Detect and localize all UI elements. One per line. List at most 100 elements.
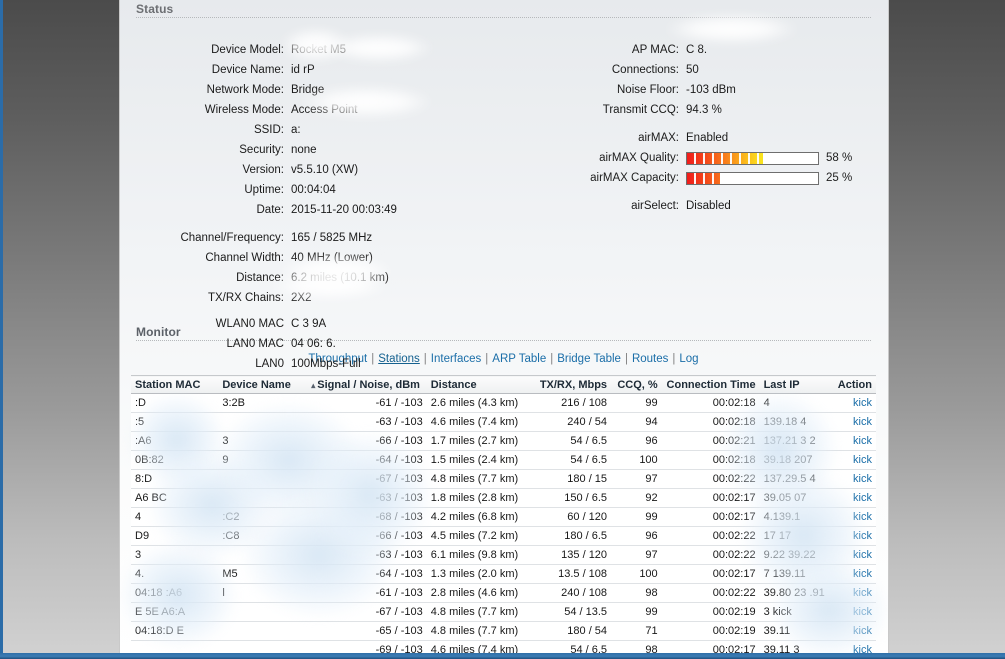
label-airmax: airMAX: xyxy=(564,128,679,148)
cell-ccq: 92 xyxy=(611,489,662,508)
column-header-last-ip[interactable]: Last IP xyxy=(760,376,829,394)
label-channel-width: Channel Width: xyxy=(119,248,284,268)
cell-txrx: 180 / 6.5 xyxy=(533,527,611,546)
cell-distance: 4.5 miles (7.2 km) xyxy=(427,527,533,546)
cell-txrx: 180 / 15 xyxy=(533,470,611,489)
monitor-nav-link-bridge-table[interactable]: Bridge Table xyxy=(555,353,623,365)
airmax-quality-segments xyxy=(687,153,818,164)
monitor-nav-link-arp-table[interactable]: ARP Table xyxy=(490,353,548,365)
cell-last-ip[interactable]: 39.05 07 xyxy=(760,489,829,508)
kick-link[interactable]: kick xyxy=(853,492,872,504)
cell-last-ip[interactable]: 39.11 xyxy=(760,622,829,641)
column-header-signal-noise[interactable]: ▴Signal / Noise, dBm xyxy=(307,376,426,394)
cell-ccq: 71 xyxy=(611,622,662,641)
cell-ccq: 97 xyxy=(611,546,662,565)
cell-station-mac: A6 BC xyxy=(131,489,218,508)
kick-link[interactable]: kick xyxy=(853,587,872,599)
cell-signal-noise: -66 / -103 xyxy=(307,527,426,546)
kick-link[interactable]: kick xyxy=(853,568,872,580)
kick-link[interactable]: kick xyxy=(853,530,872,542)
value-wireless-mode: Access Point xyxy=(284,100,357,120)
column-header-ccq[interactable]: CCQ, % xyxy=(611,376,662,394)
cell-last-ip[interactable]: 139.18 4 xyxy=(760,413,829,432)
column-header-connection-time[interactable]: Connection Time xyxy=(662,376,760,394)
airmax-capacity-row: airMAX Capacity:25 % xyxy=(564,168,852,188)
cell-last-ip[interactable]: 9.22 39.22 xyxy=(760,546,829,565)
column-header-station-mac[interactable]: Station MAC xyxy=(131,376,218,394)
kick-link[interactable]: kick xyxy=(853,416,872,428)
cell-signal-noise: -61 / -103 xyxy=(307,584,426,603)
monitor-nav-link-routes[interactable]: Routes xyxy=(630,353,670,365)
column-header-txrx[interactable]: TX/RX, Mbps xyxy=(533,376,611,394)
cell-device-name xyxy=(218,546,307,565)
kick-link[interactable]: kick xyxy=(853,625,872,637)
cell-device-name: l xyxy=(218,584,307,603)
cell-last-ip[interactable]: 39.18 207 xyxy=(760,451,829,470)
status-field-transmit-ccq: Transmit CCQ:94.3 % xyxy=(564,100,852,120)
label-date: Date: xyxy=(119,200,284,220)
cell-ccq: 97 xyxy=(611,470,662,489)
label-airselect: airSelect: xyxy=(564,196,679,216)
cell-connection-time: 00:02:19 xyxy=(662,622,760,641)
cell-signal-noise: -63 / -103 xyxy=(307,413,426,432)
cell-last-ip[interactable]: 137.29.5 4 xyxy=(760,470,829,489)
cell-device-name xyxy=(218,470,307,489)
nav-separator: | xyxy=(422,353,429,365)
cell-last-ip[interactable]: 137.21 3 2 xyxy=(760,432,829,451)
table-row: :D3:2B-61 / -1032.6 miles (4.3 km)216 / … xyxy=(131,394,876,413)
cell-last-ip[interactable]: 7 139.11 xyxy=(760,565,829,584)
cell-last-ip[interactable]: 17 17 xyxy=(760,527,829,546)
kick-link[interactable]: kick xyxy=(853,435,872,447)
cell-ccq: 99 xyxy=(611,603,662,622)
cell-connection-time: 00:02:22 xyxy=(662,470,760,489)
cell-connection-time: 00:02:18 xyxy=(662,394,760,413)
cell-station-mac: 04:18:D E xyxy=(131,622,218,641)
cell-action: kick xyxy=(829,603,876,622)
kick-link[interactable]: kick xyxy=(853,511,872,523)
kick-link[interactable]: kick xyxy=(853,454,872,466)
cell-ccq: 100 xyxy=(611,451,662,470)
column-header-distance[interactable]: Distance xyxy=(427,376,533,394)
value-lan0-mac: 04 06: 6. xyxy=(284,334,336,354)
status-right-column: AP MAC:C 8. Connections:50 Noise Floor:-… xyxy=(564,40,852,216)
cell-signal-noise: -67 / -103 xyxy=(307,470,426,489)
right-gradient-panel xyxy=(888,0,1005,659)
cell-last-ip[interactable]: 39.80 23 .91 xyxy=(760,584,829,603)
value-ap-mac: C 8. xyxy=(679,40,707,60)
cell-last-ip[interactable]: 3 kick xyxy=(760,603,829,622)
cell-action: kick xyxy=(829,394,876,413)
cell-signal-noise: -64 / -103 xyxy=(307,451,426,470)
value-distance: 6.2 miles (10.1 km) xyxy=(284,268,389,288)
left-gradient-panel xyxy=(3,0,120,659)
column-header-action: Action xyxy=(829,376,876,394)
kick-link[interactable]: kick xyxy=(853,397,872,409)
cell-action: kick xyxy=(829,527,876,546)
cell-last-ip[interactable]: 4 xyxy=(760,394,829,413)
status-panel: Device Model:Rocket M5 Device Name:id rP… xyxy=(119,18,888,323)
cell-distance: 2.6 miles (4.3 km) xyxy=(427,394,533,413)
airmax-capacity-segments xyxy=(687,173,818,184)
stations-table-body: :D3:2B-61 / -1032.6 miles (4.3 km)216 / … xyxy=(131,394,876,659)
label-transmit-ccq: Transmit CCQ: xyxy=(564,100,679,120)
kick-link[interactable]: kick xyxy=(853,606,872,618)
monitor-nav-link-log[interactable]: Log xyxy=(677,353,700,365)
cell-signal-noise: -65 / -103 xyxy=(307,622,426,641)
status-field-wlan0-mac: WLAN0 MACC 3 9A xyxy=(119,314,397,334)
cell-ccq: 96 xyxy=(611,432,662,451)
column-header-device-name[interactable]: Device Name xyxy=(218,376,307,394)
status-field-txrx-chains: TX/RX Chains:2X2 xyxy=(119,288,397,308)
cell-connection-time: 00:02:17 xyxy=(662,489,760,508)
cell-txrx: 180 / 54 xyxy=(533,622,611,641)
cell-station-mac: 0B:82 xyxy=(131,451,218,470)
cell-last-ip[interactable]: 4.139.1 xyxy=(760,508,829,527)
value-channel-frequency: 165 / 5825 MHz xyxy=(284,228,372,248)
status-field-airmax: airMAX:Enabled xyxy=(564,128,852,148)
label-device-name: Device Name: xyxy=(119,60,284,80)
kick-link[interactable]: kick xyxy=(853,549,872,561)
cell-device-name: :C8 xyxy=(218,527,307,546)
cell-signal-noise: -63 / -103 xyxy=(307,489,426,508)
kick-link[interactable]: kick xyxy=(853,473,872,485)
label-noise-floor: Noise Floor: xyxy=(564,80,679,100)
cell-device-name: :C2 xyxy=(218,508,307,527)
monitor-nav-link-interfaces[interactable]: Interfaces xyxy=(429,353,484,365)
